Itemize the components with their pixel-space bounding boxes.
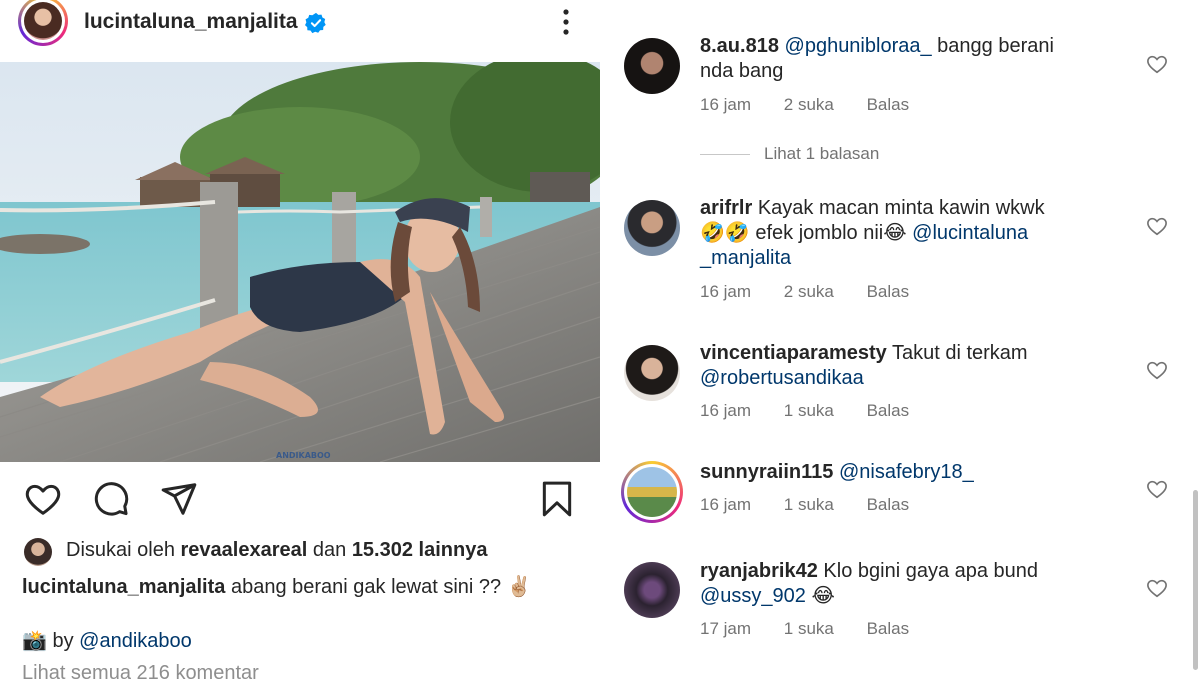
heart-icon[interactable] (24, 480, 62, 518)
comment-mention[interactable]: @ussy_902 (700, 585, 806, 607)
comment-mention-cont[interactable]: _manjalita (700, 247, 791, 269)
more-options-icon[interactable] (558, 8, 574, 36)
comment-likes[interactable]: 2 suka (784, 282, 834, 301)
comment-mention[interactable]: @lucintaluna (912, 222, 1028, 244)
comment-text: bangg berani (937, 35, 1054, 57)
heart-icon[interactable] (1146, 577, 1168, 599)
comment-meta: 16 jam 2 suka Balas (700, 282, 937, 302)
reply-button[interactable]: Balas (867, 95, 910, 114)
post-header: lucintaluna_manjalita (0, 0, 600, 52)
photo-watermark: ANDIKABOO (276, 451, 331, 460)
liker-avatar[interactable] (24, 538, 52, 566)
comment-text: Takut di terkam (891, 342, 1028, 364)
comments-panel: 8.au.818 @pghunibloraa_ bangg berani nda… (600, 0, 1200, 675)
heart-icon[interactable] (1146, 215, 1168, 237)
liked-by-user[interactable]: revaalexareal (181, 539, 308, 561)
comment-icon[interactable] (92, 480, 130, 518)
reply-button[interactable]: Balas (867, 401, 910, 420)
comment-meta: 16 jam 1 suka Balas (700, 401, 937, 421)
commenter-username[interactable]: sunnyraiin115 (700, 461, 833, 483)
bookmark-icon[interactable] (538, 480, 576, 518)
commenter-avatar[interactable] (624, 345, 680, 401)
comment-likes[interactable]: 1 suka (784, 495, 834, 514)
reply-button[interactable]: Balas (867, 495, 910, 514)
comment-time: 16 jam (700, 95, 752, 114)
view-all-comments-link[interactable]: Lihat semua 216 komentar (22, 662, 259, 685)
commenter-username[interactable]: vincentiaparamesty (700, 342, 887, 364)
commenter-avatar[interactable] (624, 562, 680, 618)
likes-summary: Disukai oleh revaalexareal dan 15.302 la… (24, 536, 584, 566)
comment-mention[interactable]: @pghunibloraa_ (785, 35, 932, 57)
reply-button[interactable]: Balas (867, 619, 910, 638)
post-panel: lucintaluna_manjalita ANDIKABOO Disukai … (0, 0, 600, 684)
comment-meta: 17 jam 1 suka Balas (700, 619, 937, 639)
commenter-avatar-story[interactable] (621, 461, 683, 523)
reply-button[interactable]: Balas (867, 282, 910, 301)
likes-prefix: Disukai oleh (66, 539, 175, 561)
scrollbar[interactable] (1193, 490, 1198, 670)
caption-text: abang berani gak lewat sini ?? ✌🏼 (230, 576, 532, 598)
comment-time: 16 jam (700, 401, 752, 420)
comment-mention[interactable]: @robertusandikaa (700, 367, 864, 389)
photo-credit: 📸 by @andikaboo (22, 628, 192, 653)
comment-meta: 16 jam 1 suka Balas (700, 495, 937, 515)
likes-count[interactable]: 15.302 lainnya (352, 539, 488, 561)
comment-text-cont: nda bang (700, 60, 784, 82)
likes-conj: dan (312, 539, 347, 561)
credit-mention[interactable]: @andikaboo (79, 630, 192, 652)
credit-prefix: 📸 by (22, 630, 74, 652)
action-bar (0, 470, 600, 526)
comment-emoji: 😂 (811, 585, 835, 607)
commenter-username[interactable]: arifrlr (700, 197, 752, 219)
comment-time: 16 jam (700, 282, 752, 301)
post-username[interactable]: lucintaluna_manjalita (84, 10, 298, 34)
comment-likes[interactable]: 1 suka (784, 619, 834, 638)
share-icon[interactable] (160, 480, 198, 518)
comment-text: Kayak macan minta kawin wkwk (757, 197, 1045, 219)
profile-avatar[interactable] (18, 0, 68, 46)
heart-icon[interactable] (1146, 478, 1168, 500)
post-caption: lucintaluna_manjalita abang berani gak l… (22, 574, 532, 599)
verified-badge-icon (305, 12, 326, 34)
comment-text-cont: 🤣🤣 efek jomblo nii😂 (700, 222, 907, 244)
comment-time: 17 jam (700, 619, 752, 638)
post-photo[interactable]: ANDIKABOO (0, 62, 600, 462)
comment-likes[interactable]: 1 suka (784, 401, 834, 420)
comment-meta: 16 jam 2 suka Balas (700, 95, 937, 115)
comment-time: 16 jam (700, 495, 752, 514)
heart-icon[interactable] (1146, 359, 1168, 381)
commenter-username[interactable]: 8.au.818 (700, 35, 779, 57)
commenter-avatar[interactable] (624, 200, 680, 256)
comment-likes[interactable]: 2 suka (784, 95, 834, 114)
caption-username[interactable]: lucintaluna_manjalita (22, 576, 225, 598)
commenter-avatar[interactable] (624, 38, 680, 94)
comment-mention[interactable]: @nisafebry18_ (839, 461, 974, 483)
comment-text: Klo bgini gaya apa bund (823, 560, 1039, 582)
commenter-username[interactable]: ryanjabrik42 (700, 560, 818, 582)
heart-icon[interactable] (1146, 53, 1168, 75)
